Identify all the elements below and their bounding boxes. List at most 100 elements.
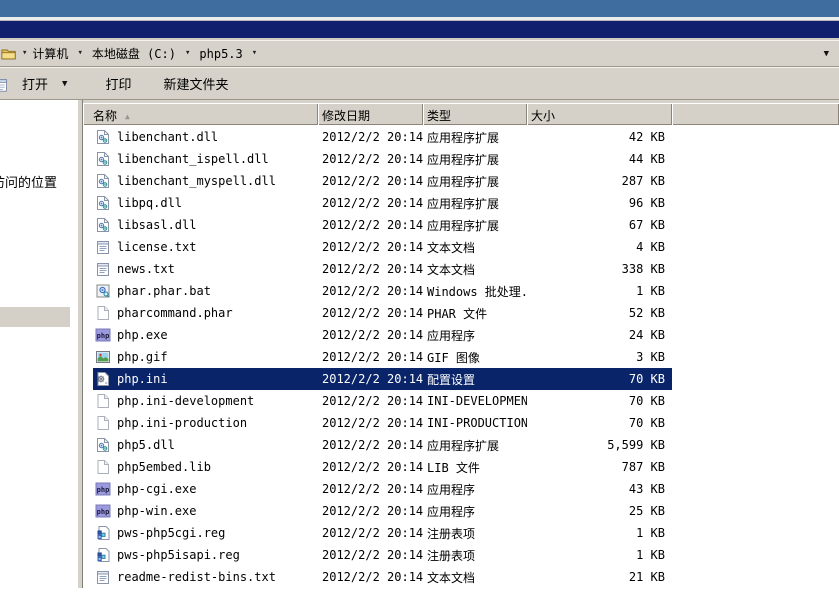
file-type: PHAR 文件: [423, 305, 527, 322]
ini-config-icon: [95, 371, 111, 387]
file-type: LIB 文件: [423, 459, 527, 476]
file-row[interactable]: license.txt2012/2/2 20:14文本文档4 KB: [93, 236, 672, 258]
file-size: 67 KB: [527, 218, 672, 232]
file-date-modified: 2012/2/2 20:14: [318, 394, 423, 408]
file-name: pws-php5cgi.reg: [117, 526, 225, 540]
breadcrumb-item[interactable]: 本地磁盘 (C:): [90, 44, 178, 63]
file-name: php.ini: [117, 372, 168, 386]
sidebar-item-recent-places[interactable]: 访问的位置: [0, 172, 57, 191]
file-type: 文本文档: [423, 569, 527, 586]
sidebar-divider: [0, 307, 70, 327]
column-header-name[interactable]: 名称▲: [83, 103, 318, 125]
file-row[interactable]: php5embed.lib2012/2/2 20:14LIB 文件787 KB: [93, 456, 672, 478]
chevron-down-icon[interactable]: ▾: [74, 49, 85, 58]
file-row[interactable]: phpphp-win.exe2012/2/2 20:14应用程序25 KB: [93, 500, 672, 522]
remote-session-bar: [0, 0, 839, 17]
file-name: libenchant.dll: [117, 130, 218, 144]
generic-file-icon: [95, 459, 111, 475]
file-size: 96 KB: [527, 196, 672, 210]
file-row[interactable]: pws-php5cgi.reg 2012/2/2 20:14注册表项1 KB: [93, 522, 672, 544]
file-row[interactable]: news.txt2012/2/2 20:14文本文档338 KB: [93, 258, 672, 280]
breadcrumb-item[interactable]: 计算机: [30, 44, 70, 63]
file-date-modified: 2012/2/2 20:14: [318, 526, 423, 540]
list-header: 名称▲ 修改日期 类型 大小: [83, 103, 839, 125]
file-row[interactable]: libsasl.dll2012/2/2 20:14应用程序扩展67 KB: [93, 214, 672, 236]
file-date-modified: 2012/2/2 20:14: [318, 570, 423, 584]
file-row[interactable]: phar.phar.bat2012/2/2 20:14Windows 批处理..…: [93, 280, 672, 302]
file-size: 43 KB: [527, 482, 672, 496]
generic-file-icon: [95, 393, 111, 409]
file-date-modified: 2012/2/2 20:14: [318, 284, 423, 298]
file-size: 44 KB: [527, 152, 672, 166]
chevron-down-icon[interactable]: ▾: [182, 49, 193, 58]
chevron-down-icon[interactable]: ▾: [249, 49, 260, 58]
file-type: 配置设置: [423, 371, 527, 388]
new-folder-button[interactable]: 新建文件夹: [157, 70, 234, 97]
file-row[interactable]: php.gif2012/2/2 20:14GIF 图像3 KB: [93, 346, 672, 368]
file-type: 应用程序扩展: [423, 173, 527, 190]
file-row[interactable]: libenchant.dll2012/2/2 20:14应用程序扩展42 KB: [93, 126, 672, 148]
file-row[interactable]: php.ini-development2012/2/2 20:14INI-DEV…: [93, 390, 672, 412]
column-header-size[interactable]: 大小: [527, 103, 672, 125]
folder-icon: [1, 46, 17, 62]
generic-file-icon: [95, 415, 111, 431]
dll-file-icon: [95, 151, 111, 167]
window-titlebar: [0, 21, 839, 40]
file-row[interactable]: php5.dll2012/2/2 20:14应用程序扩展5,599 KB: [93, 434, 672, 456]
dll-file-icon: [95, 195, 111, 211]
address-history-dropdown-icon[interactable]: ▼: [820, 47, 833, 61]
registry-file-icon: [95, 525, 111, 541]
chevron-down-icon[interactable]: ▾: [19, 49, 30, 58]
file-row[interactable]: libenchant_ispell.dll2012/2/2 20:14应用程序扩…: [93, 148, 672, 170]
file-size: 52 KB: [527, 306, 672, 320]
file-type: INI-DEVELOPMEN...: [423, 394, 527, 408]
file-row[interactable]: pws-php5isapi.reg2012/2/2 20:14注册表项1 KB: [93, 544, 672, 566]
file-date-modified: 2012/2/2 20:14: [318, 548, 423, 562]
file-name: php5.dll: [117, 438, 175, 452]
file-type: 注册表项: [423, 547, 527, 564]
command-toolbar: 打开 ▼ 打印 新建文件夹: [0, 67, 839, 100]
print-button[interactable]: 打印: [99, 70, 137, 97]
file-row[interactable]: php.ini-production2012/2/2 20:14INI-PROD…: [93, 412, 672, 434]
file-row[interactable]: php.ini2012/2/2 20:14配置设置70 KB: [93, 368, 672, 390]
file-type: 应用程序扩展: [423, 151, 527, 168]
breadcrumb-item[interactable]: php5.3: [197, 46, 244, 62]
file-size: 1 KB: [527, 526, 672, 540]
file-row[interactable]: phpphp.exe2012/2/2 20:14应用程序24 KB: [93, 324, 672, 346]
file-date-modified: 2012/2/2 20:14: [318, 174, 423, 188]
file-name: php.ini-production: [117, 416, 247, 430]
svg-text:php: php: [97, 332, 110, 340]
file-type: Windows 批处理...: [423, 283, 527, 300]
file-type: 应用程序: [423, 503, 527, 520]
file-type: 应用程序扩展: [423, 217, 527, 234]
file-type: 应用程序: [423, 481, 527, 498]
open-dropdown-icon[interactable]: ▼: [62, 79, 67, 89]
address-bar[interactable]: ▾ 计算机▾本地磁盘 (C:)▾php5.3▾ ▼: [0, 40, 839, 67]
file-date-modified: 2012/2/2 20:14: [318, 416, 423, 430]
file-list-rows: libenchant.dll2012/2/2 20:14应用程序扩展42 KBl…: [83, 125, 839, 588]
file-type: 注册表项: [423, 525, 527, 542]
column-header-type[interactable]: 类型: [423, 103, 527, 125]
file-date-modified: 2012/2/2 20:14: [318, 218, 423, 232]
column-header-filler: [672, 103, 839, 125]
open-button[interactable]: 打开: [16, 70, 54, 97]
file-row[interactable]: readme-redist-bins.txt2012/2/2 20:14文本文档…: [93, 566, 672, 588]
file-row[interactable]: libenchant_myspell.dll2012/2/2 20:14应用程序…: [93, 170, 672, 192]
column-header-date-modified[interactable]: 修改日期: [318, 103, 423, 125]
file-name: php-win.exe: [117, 504, 196, 518]
php-exe-icon: php: [95, 327, 111, 343]
file-name: php.exe: [117, 328, 168, 342]
php-exe-icon: php: [95, 503, 111, 519]
notepad-icon: [0, 76, 10, 92]
file-date-modified: 2012/2/2 20:14: [318, 306, 423, 320]
file-row[interactable]: pharcommand.phar2012/2/2 20:14PHAR 文件52 …: [93, 302, 672, 324]
file-row[interactable]: libpq.dll2012/2/2 20:14应用程序扩展96 KB: [93, 192, 672, 214]
file-row[interactable]: phpphp-cgi.exe2012/2/2 20:14应用程序43 KB: [93, 478, 672, 500]
sort-ascending-icon: ▲: [125, 112, 130, 121]
dll-file-icon: [95, 173, 111, 189]
explorer-content: 访问的位置 名称▲ 修改日期 类型 大小 libenchant.dll2012/…: [0, 100, 839, 588]
file-name: libpq.dll: [117, 196, 182, 210]
file-name: libenchant_ispell.dll: [117, 152, 269, 166]
file-type: 应用程序扩展: [423, 437, 527, 454]
text-file-icon: [95, 261, 111, 277]
